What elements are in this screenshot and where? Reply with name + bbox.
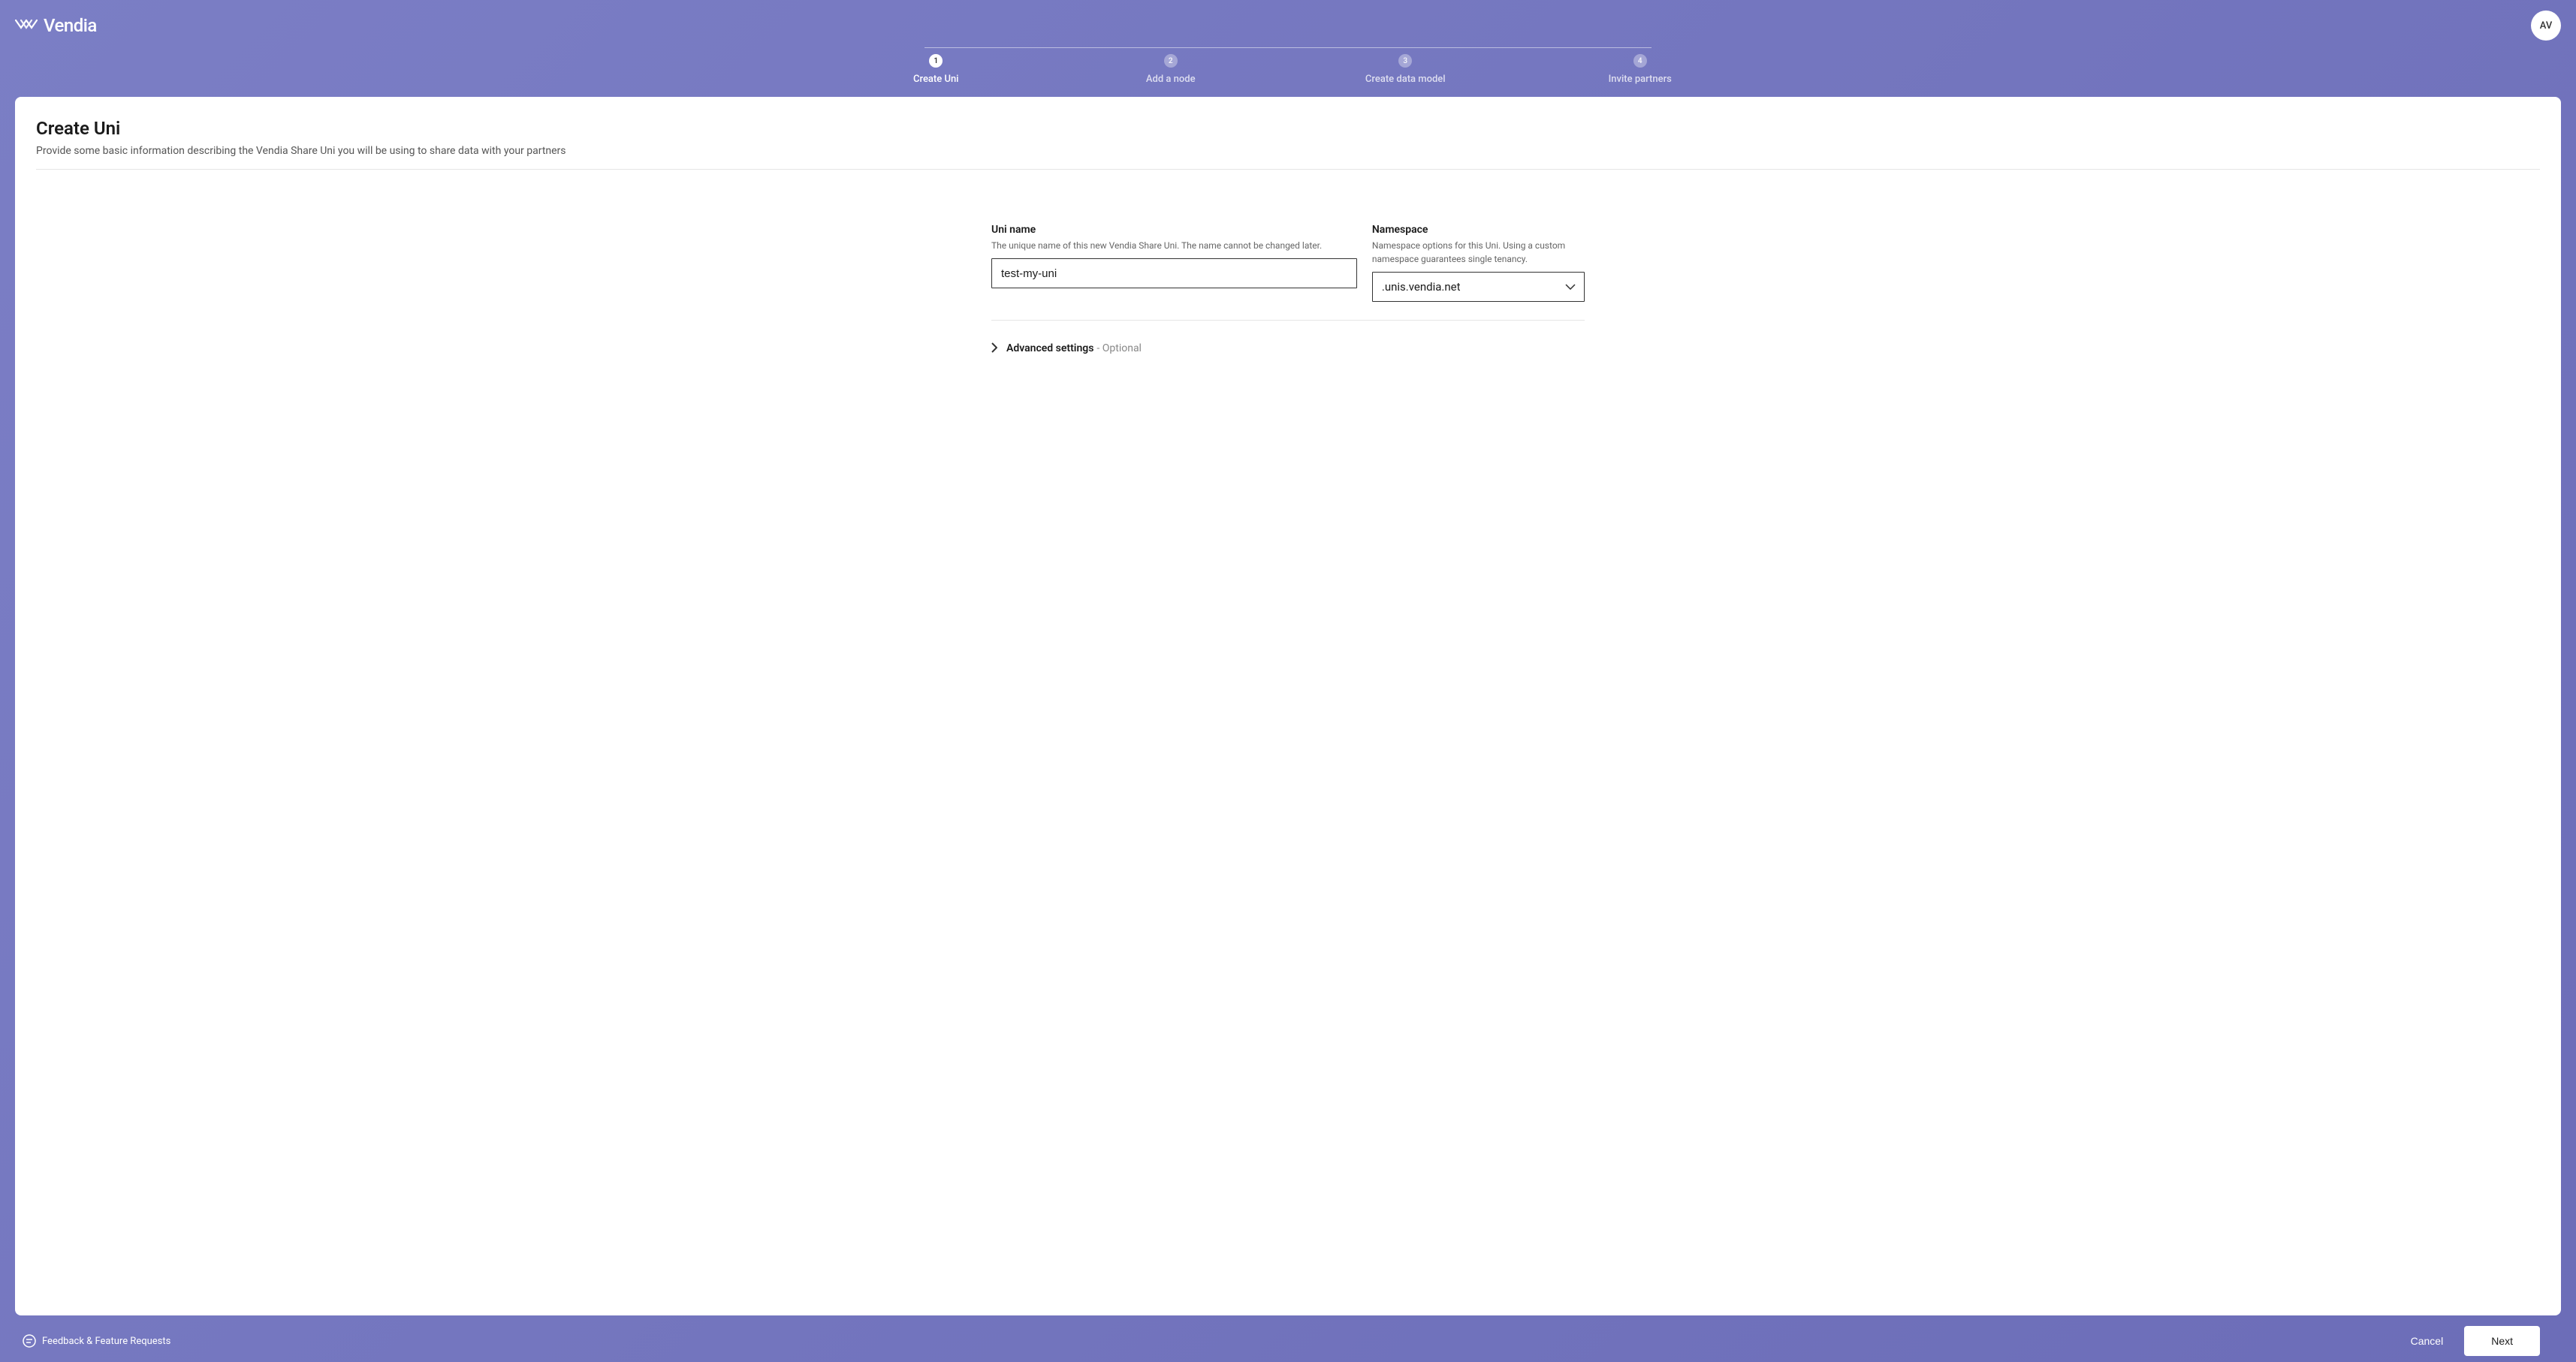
step-label-3: Create data model xyxy=(1365,74,1446,85)
chevron-right-icon xyxy=(991,342,997,353)
advanced-optional: - Optional xyxy=(1096,342,1142,354)
namespace-select[interactable]: .unis.vendia.net xyxy=(1372,272,1585,302)
page-subtitle: Provide some basic information describin… xyxy=(36,145,2540,170)
namespace-label: Namespace xyxy=(1372,224,1585,236)
brand-name: Vendia xyxy=(44,15,97,36)
uni-name-group: Uni name The unique name of this new Ven… xyxy=(991,224,1357,302)
footer: Feedback & Feature Requests Cancel Next xyxy=(15,1315,2561,1362)
namespace-group: Namespace Namespace options for this Uni… xyxy=(1372,224,1585,302)
step-circle-1: 1 xyxy=(929,54,943,68)
next-button[interactable]: Next xyxy=(2464,1326,2540,1356)
uni-name-help: The unique name of this new Vendia Share… xyxy=(991,239,1357,252)
step-label-1: Create Uni xyxy=(913,74,959,85)
step-circle-2: 2 xyxy=(1164,54,1178,68)
vendia-logo-icon xyxy=(15,17,38,34)
namespace-help: Namespace options for this Uni. Using a … xyxy=(1372,239,1585,266)
form-row: Uni name The unique name of this new Ven… xyxy=(991,224,1585,321)
uni-name-input[interactable] xyxy=(991,258,1357,288)
user-avatar[interactable]: AV xyxy=(2531,11,2561,41)
main-card: Create Uni Provide some basic informatio… xyxy=(15,97,2561,1315)
progress-stepper: 1 Create Uni 2 Add a node 3 Create data … xyxy=(804,41,1772,85)
footer-actions: Cancel Next xyxy=(2405,1326,2540,1356)
step-circle-3: 3 xyxy=(1398,54,1412,68)
chat-icon xyxy=(23,1334,36,1348)
feedback-label: Feedback & Feature Requests xyxy=(42,1336,170,1347)
header: Vendia AV xyxy=(0,0,2576,41)
form-section: Uni name The unique name of this new Ven… xyxy=(991,224,1585,354)
feedback-link[interactable]: Feedback & Feature Requests xyxy=(23,1334,170,1348)
uni-name-label: Uni name xyxy=(991,224,1357,236)
step-label-4: Invite partners xyxy=(1609,74,1672,85)
step-add-node[interactable]: 2 Add a node xyxy=(1054,54,1289,85)
step-create-uni[interactable]: 1 Create Uni xyxy=(819,54,1054,85)
page-title: Create Uni xyxy=(36,118,2540,139)
namespace-select-wrapper: .unis.vendia.net xyxy=(1372,272,1585,302)
step-create-data-model[interactable]: 3 Create data model xyxy=(1288,54,1523,85)
step-invite-partners[interactable]: 4 Invite partners xyxy=(1523,54,1758,85)
advanced-label: Advanced settings xyxy=(1006,342,1093,354)
brand-logo[interactable]: Vendia xyxy=(15,15,97,36)
content-wrapper: Create Uni Provide some basic informatio… xyxy=(0,85,2576,1362)
advanced-settings-toggle[interactable]: Advanced settings - Optional xyxy=(991,321,1585,354)
step-label-2: Add a node xyxy=(1146,74,1196,85)
cancel-button[interactable]: Cancel xyxy=(2405,1327,2450,1354)
step-circle-4: 4 xyxy=(1633,54,1647,68)
stepper-line xyxy=(925,47,1651,48)
